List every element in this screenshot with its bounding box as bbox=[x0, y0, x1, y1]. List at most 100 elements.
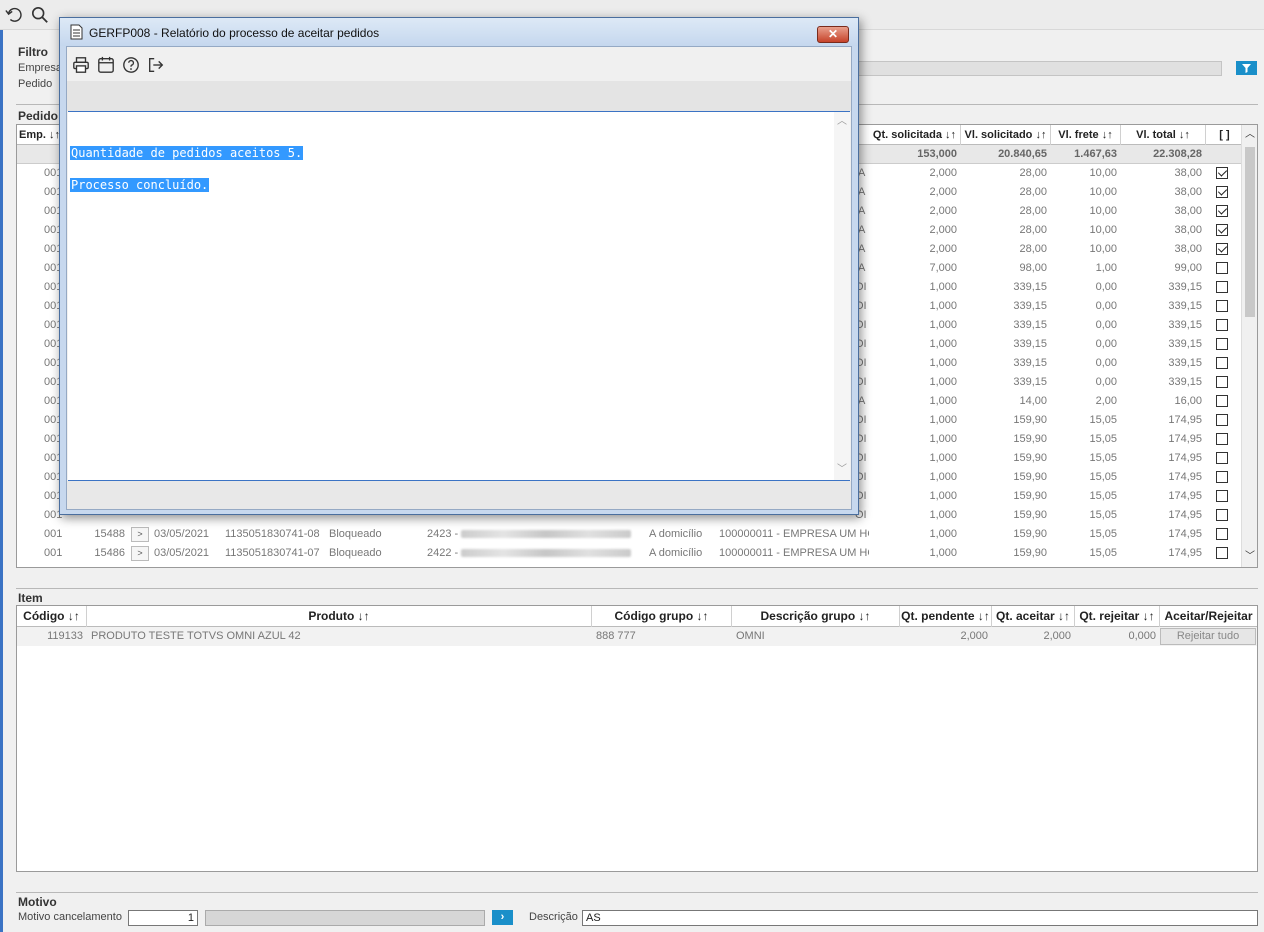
row-checkbox[interactable] bbox=[1216, 471, 1228, 483]
col-codigo-grupo[interactable]: Código grupo ↓↑ bbox=[592, 606, 732, 627]
report-line-status: Processo concluído. bbox=[70, 178, 210, 192]
search-icon[interactable] bbox=[29, 4, 51, 26]
divider bbox=[16, 892, 1258, 893]
scroll-down-icon[interactable]: ﹀ bbox=[1242, 549, 1257, 565]
cell-vl-total: 38,00 bbox=[1174, 167, 1202, 179]
row-checkbox[interactable] bbox=[1216, 262, 1228, 274]
cell-qt-solicitada: 1,000 bbox=[929, 281, 957, 293]
scroll-up-icon[interactable]: ︿ bbox=[834, 114, 850, 130]
col-vl-total[interactable]: Vl. total ↓↑ bbox=[1121, 125, 1206, 145]
cell-qt-solicitada: 1,000 bbox=[929, 300, 957, 312]
cell-qt-solicitada: 1,000 bbox=[929, 509, 957, 521]
scroll-up-icon[interactable]: ︿ bbox=[1242, 127, 1257, 143]
undo-icon[interactable] bbox=[3, 4, 25, 26]
col-aceitar-rejeitar: Aceitar/Rejeitar bbox=[1164, 609, 1253, 623]
row-checkbox[interactable] bbox=[1216, 357, 1228, 369]
table-row[interactable]: 001 15488 >03/05/2021 1135051830741-08 Bloqu… bbox=[17, 525, 1241, 544]
cell-emp: 001 bbox=[44, 547, 63, 559]
row-checkbox[interactable] bbox=[1216, 395, 1228, 407]
scroll-down-icon[interactable]: ﹀ bbox=[834, 462, 850, 478]
col-codigo[interactable]: Código ↓↑ bbox=[17, 606, 87, 627]
cell-pedido: 15486 bbox=[94, 547, 125, 559]
motivo-search-button[interactable]: › bbox=[492, 910, 513, 925]
col-qt-rejeitar[interactable]: Qt. rejeitar ↓↑ bbox=[1075, 606, 1160, 627]
cell-vl-total: 339,15 bbox=[1168, 338, 1202, 350]
cell-vl-frete: 15,05 bbox=[1089, 528, 1117, 540]
col-descricao-grupo[interactable]: Descrição grupo ↓↑ bbox=[732, 606, 900, 627]
table-row[interactable]: 001 15486 >03/05/2021 1135051830741-07 Bloqu… bbox=[17, 544, 1241, 563]
col-select-all[interactable]: [ ] bbox=[1206, 125, 1243, 145]
rejeitar-tudo-button[interactable]: Rejeitar tudo bbox=[1160, 628, 1256, 645]
chevron-right-icon: › bbox=[500, 911, 505, 923]
cell-entrega: A domicílio bbox=[649, 547, 703, 559]
exit-icon[interactable] bbox=[145, 54, 167, 76]
close-icon: ✕ bbox=[827, 27, 839, 41]
row-checkbox[interactable] bbox=[1216, 433, 1228, 445]
row-checkbox[interactable] bbox=[1216, 167, 1228, 179]
scroll-thumb[interactable] bbox=[1245, 147, 1255, 317]
cell-qt-solicitada: 1,000 bbox=[929, 414, 957, 426]
row-checkbox[interactable] bbox=[1216, 224, 1228, 236]
col-emp[interactable]: Emp. ↓↑ bbox=[17, 125, 63, 145]
expand-button[interactable]: > bbox=[131, 546, 149, 561]
cell-empresa: 100000011 - EMPRESA UM HOI bbox=[719, 528, 869, 540]
filter-icon bbox=[1242, 64, 1251, 73]
cell-vl-frete: 15,05 bbox=[1089, 433, 1117, 445]
report-scrollbar[interactable]: ︿ ﹀ bbox=[834, 112, 850, 480]
calendar-icon[interactable] bbox=[95, 54, 117, 76]
col-produto[interactable]: Produto ↓↑ bbox=[87, 606, 592, 627]
row-checkbox[interactable] bbox=[1216, 376, 1228, 388]
cell-qt-solicitada: 1,000 bbox=[929, 452, 957, 464]
row-checkbox[interactable] bbox=[1216, 243, 1228, 255]
motivo-cancelamento-label: Motivo cancelamento bbox=[18, 911, 122, 923]
item-qt-aceitar[interactable]: 2,000 bbox=[992, 627, 1075, 646]
row-checkbox[interactable] bbox=[1216, 414, 1228, 426]
cell-vl-total: 174,95 bbox=[1168, 433, 1202, 445]
report-text-area[interactable]: Quantidade de pedidos aceitos 5. Process… bbox=[68, 111, 850, 481]
col-vl-frete[interactable]: Vl. frete ↓↑ bbox=[1051, 125, 1121, 145]
row-checkbox[interactable] bbox=[1216, 205, 1228, 217]
cell-vl-solicitado: 14,00 bbox=[1019, 395, 1047, 407]
cell-vl-frete: 15,05 bbox=[1089, 414, 1117, 426]
cell-vl-total: 339,15 bbox=[1168, 319, 1202, 331]
help-icon[interactable] bbox=[120, 54, 142, 76]
cell-vl-solicitado: 28,00 bbox=[1019, 243, 1047, 255]
descricao-input[interactable]: AS bbox=[582, 910, 1258, 926]
item-row[interactable]: 119133 PRODUTO TESTE TOTVS OMNI AZUL 42 … bbox=[17, 627, 1257, 646]
row-checkbox[interactable] bbox=[1216, 528, 1228, 540]
item-qt-rejeitar[interactable]: 0,000 bbox=[1075, 627, 1160, 646]
col-qt-aceitar[interactable]: Qt. aceitar ↓↑ bbox=[992, 606, 1075, 627]
row-checkbox[interactable] bbox=[1216, 186, 1228, 198]
col-vl-solicitado[interactable]: Vl. solicitado ↓↑ bbox=[961, 125, 1051, 145]
cell-vl-frete: 15,05 bbox=[1089, 547, 1117, 559]
dialog-title-bar[interactable]: GERFP008 - Relatório do processo de acei… bbox=[60, 18, 858, 46]
row-checkbox[interactable] bbox=[1216, 547, 1228, 559]
pedido-scrollbar[interactable]: ︿ ﹀ bbox=[1241, 125, 1257, 567]
close-button[interactable]: ✕ bbox=[817, 26, 849, 43]
item-qt-pendente: 2,000 bbox=[960, 630, 988, 642]
col-qt-pendente[interactable]: Qt. pendente ↓↑ bbox=[900, 606, 992, 627]
cell-vl-total: 174,95 bbox=[1168, 471, 1202, 483]
expand-button[interactable]: > bbox=[131, 527, 149, 542]
item-descricao-grupo: OMNI bbox=[736, 630, 765, 642]
row-checkbox[interactable] bbox=[1216, 452, 1228, 464]
item-grid-header: Código ↓↑ Produto ↓↑ Código grupo ↓↑ Des… bbox=[17, 606, 1257, 627]
cell-qt-solicitada: 1,000 bbox=[929, 338, 957, 350]
col-qt-solicitada[interactable]: Qt. solicitada ↓↑ bbox=[869, 125, 961, 145]
redacted-text bbox=[461, 530, 632, 539]
cell-vl-frete: 15,05 bbox=[1089, 509, 1117, 521]
row-checkbox[interactable] bbox=[1216, 509, 1228, 521]
print-icon[interactable] bbox=[70, 54, 92, 76]
cell-qt-solicitada: 1,000 bbox=[929, 471, 957, 483]
row-checkbox[interactable] bbox=[1216, 300, 1228, 312]
empresa-field[interactable] bbox=[858, 61, 1222, 76]
row-checkbox[interactable] bbox=[1216, 490, 1228, 502]
item-title: Item bbox=[18, 591, 43, 605]
row-checkbox[interactable] bbox=[1216, 281, 1228, 293]
cell-vl-total: 38,00 bbox=[1174, 205, 1202, 217]
row-checkbox[interactable] bbox=[1216, 338, 1228, 350]
motivo-code-input[interactable]: 1 bbox=[128, 910, 198, 926]
cell-vl-frete: 10,00 bbox=[1089, 186, 1117, 198]
filter-button[interactable] bbox=[1236, 61, 1257, 75]
row-checkbox[interactable] bbox=[1216, 319, 1228, 331]
